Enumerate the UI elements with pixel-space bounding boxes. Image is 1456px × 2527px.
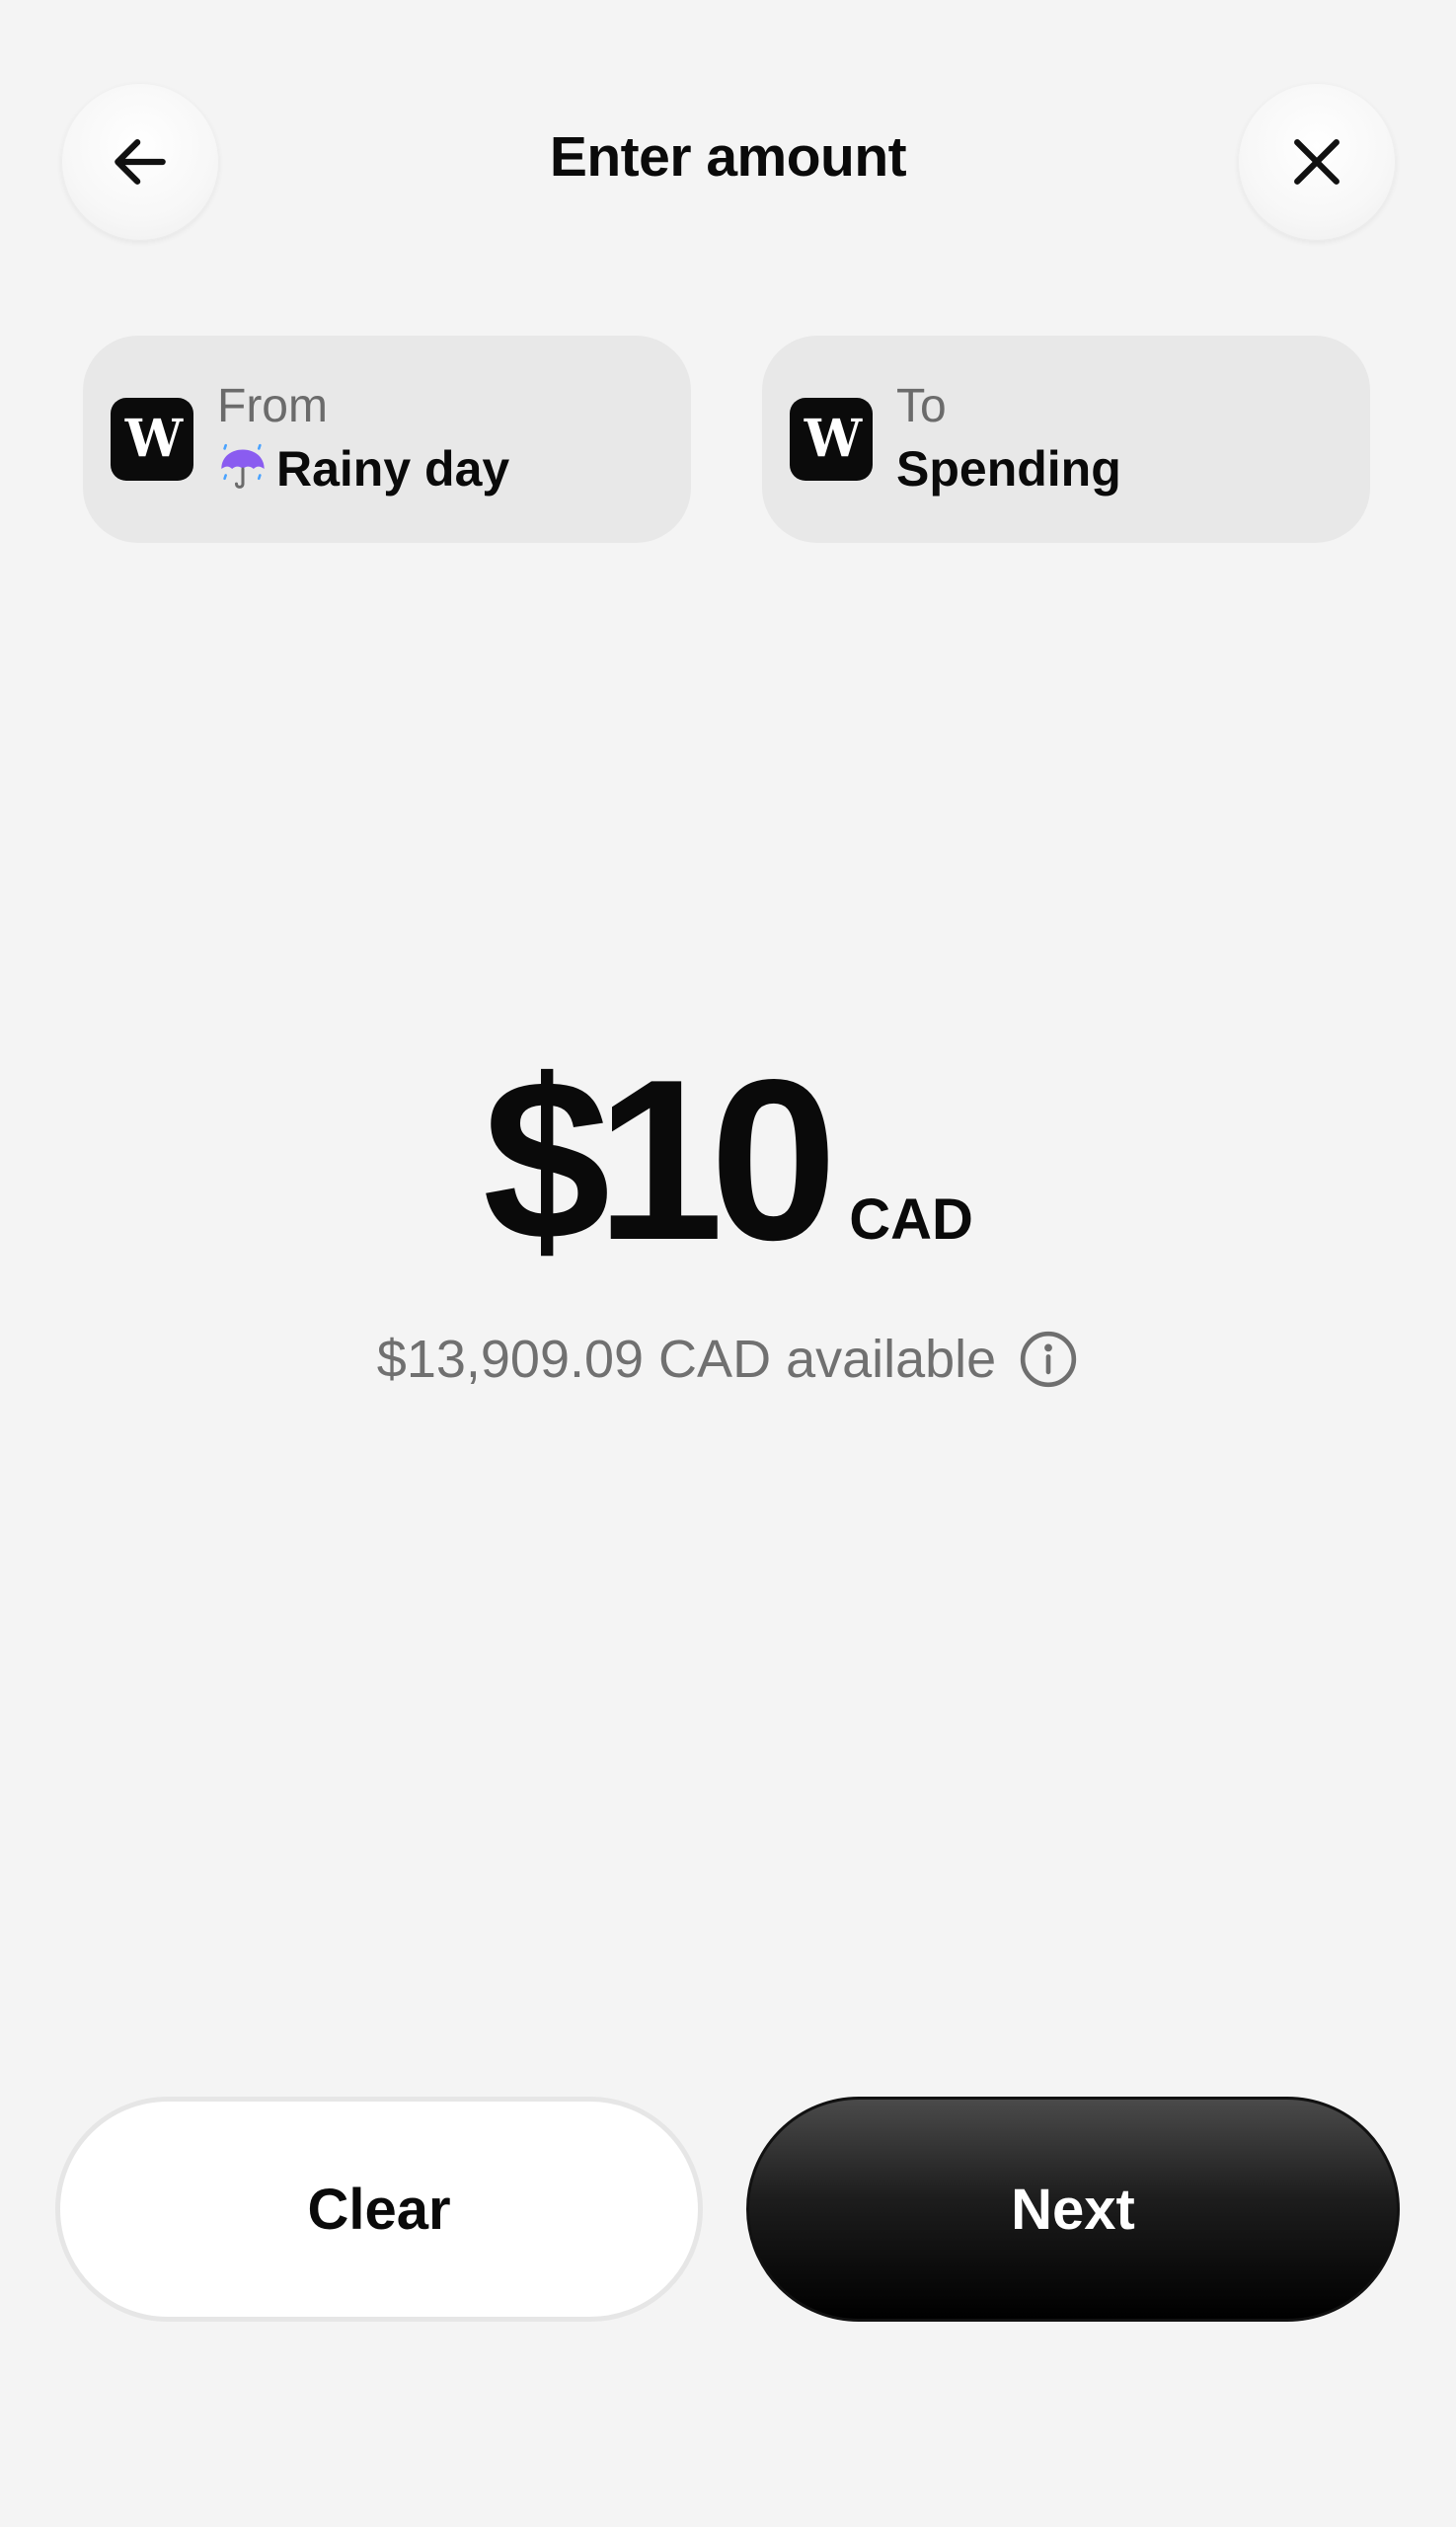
umbrella-rain-icon — [221, 443, 265, 489]
wealthsimple-logo: W — [111, 398, 193, 481]
next-button[interactable]: Next — [746, 2097, 1400, 2322]
enter-amount-screen: Enter amount W From Rainy day W To Spend… — [0, 0, 1456, 2527]
wealthsimple-logo: W — [790, 398, 873, 481]
from-account-label: Rainy day — [276, 441, 510, 497]
amount-value: $10 — [483, 1033, 837, 1288]
clear-button[interactable]: Clear — [55, 2097, 703, 2322]
close-button[interactable] — [1238, 83, 1396, 241]
from-caption: From — [217, 380, 328, 432]
from-account-text: From Rainy day — [217, 377, 509, 501]
to-account-name: Spending — [896, 441, 1121, 497]
to-account-text: To Spending — [896, 377, 1121, 501]
available-balance-text: $13,909.09 CAD available — [376, 1330, 997, 1389]
available-balance: $13,909.09 CAD available — [0, 1329, 1456, 1390]
to-caption: To — [896, 380, 947, 432]
amount-display[interactable]: $10 CAD — [0, 1046, 1456, 1275]
amount-currency: CAD — [849, 1187, 973, 1252]
from-account-name: Rainy day — [217, 436, 509, 501]
from-account-selector[interactable]: W From Rainy day — [83, 336, 691, 543]
info-icon[interactable] — [1018, 1329, 1079, 1390]
close-icon — [1294, 139, 1340, 185]
to-account-selector[interactable]: W To Spending — [762, 336, 1370, 543]
